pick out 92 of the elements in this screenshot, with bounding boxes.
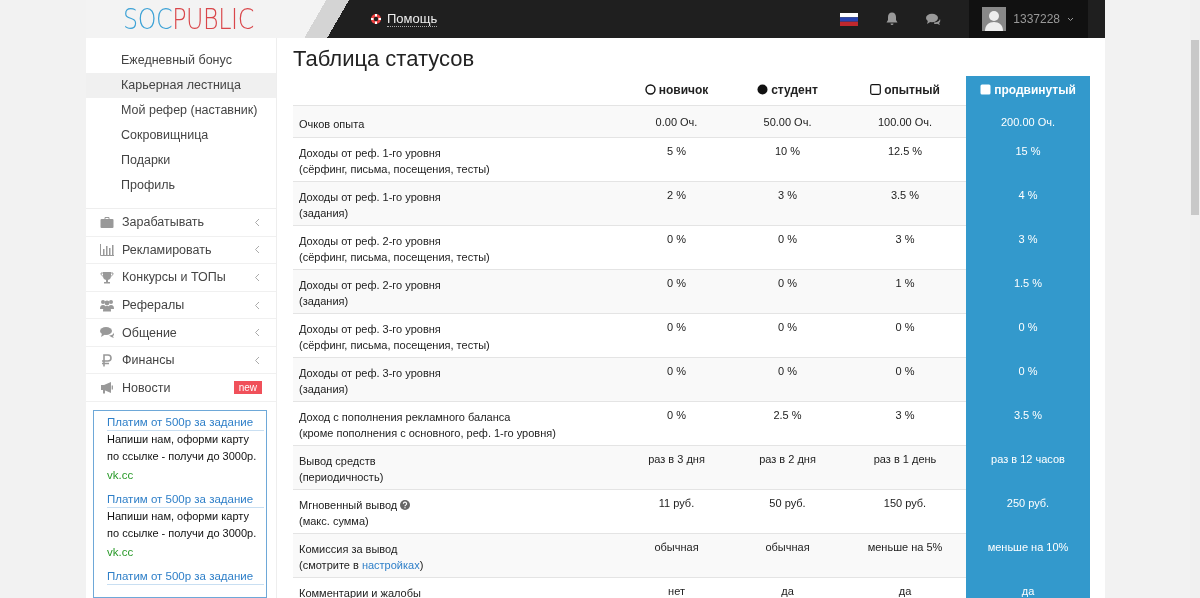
row-label: Доходы от реф. 3-го уровня (задания) [293,357,622,402]
sidebar-subitem[interactable]: Мой рефер (наставник) [86,98,276,123]
users-icon [100,298,114,312]
table-cell: 4 % [966,181,1090,226]
table-cell: обычная [622,533,731,578]
chevron-icon [254,272,260,282]
table-cell: раз в 2 дня [731,445,844,490]
sidebar-menu-item[interactable]: Финансы [122,353,246,368]
chevron-icon [254,217,260,227]
table-cell: меньше на 10% [966,533,1090,578]
sidebar-menu-item[interactable]: Рефералы [122,298,246,312]
sidebar-subitem[interactable]: Ежедневный бонус [86,48,276,73]
sidebar-menu-item[interactable]: Новости [122,380,226,395]
help-icon[interactable] [400,500,411,510]
column-header: новичок [622,76,731,106]
row-label: Доходы от реф. 1-го уровня (задания) [293,181,622,226]
help-link[interactable]: Помощь [370,11,438,27]
table-cell: 0 % [966,313,1090,358]
table-cell: да [731,577,844,598]
sidebar-subitem[interactable]: Подарки [86,148,276,173]
chevron-icon [254,355,260,365]
chevron-icon [1067,16,1074,22]
chart-icon [100,243,114,257]
ruble-icon [100,353,114,367]
sidebar-menu-item[interactable]: Конкурсы и ТОПы [122,270,246,285]
sidebar-menu-item[interactable]: Зарабатывать [122,215,246,230]
table-cell: 0 % [731,269,844,314]
column-header: студент [731,76,844,106]
square-icon [870,84,882,96]
table-cell: 1 % [844,269,966,314]
table-cell: 250 руб. [966,489,1090,534]
row-label: Очков опыта [293,105,622,138]
column-header: продвинутый [966,76,1090,106]
table-cell: 3 % [731,181,844,226]
sidebar-subitem[interactable]: Профиль [86,173,276,198]
ad-title-link[interactable]: Платим от 500р за задание [107,415,264,432]
logo[interactable]: SOCPUBLIC [123,2,254,36]
table-cell: 15 % [966,137,1090,182]
lifebuoy-icon [370,13,382,25]
circle-icon [644,84,656,96]
avatar-icon [982,7,1007,31]
chevron-icon [254,328,260,338]
sidebar-menu-item[interactable]: Общение [122,325,246,340]
table-cell: 0 % [622,269,731,314]
ad-text: Напиши нам, оформи карту по ссылке - получи до 3000р. [107,509,258,542]
sidebar-subitem[interactable]: Сокровищница [86,123,276,148]
table-cell: 50.00 Оч. [731,105,844,138]
ad-domain-link[interactable]: vk.cc [107,546,134,559]
row-label: Доходы от реф. 2-го уровня (задания) [293,269,622,314]
chevron-icon [254,245,260,255]
ad-domain-link[interactable]: vk.cc [107,469,134,482]
chat-icon [100,326,114,340]
bell-icon[interactable] [886,12,899,26]
table-cell: 100.00 Оч. [844,105,966,138]
trophy-icon [100,270,114,284]
table-cell: 0 % [966,357,1090,402]
briefcase-icon [100,215,114,229]
table-cell: нет [622,577,731,598]
circle-icon [757,84,769,96]
table-cell: 0.00 Оч. [622,105,731,138]
row-label: Вывод средств (периодичность) [293,445,622,490]
settings-link[interactable]: настройках [361,559,420,571]
sidebar-menu-item[interactable]: Рекламировать [122,242,246,257]
table-cell: 200.00 Оч. [966,105,1090,138]
table-cell: 3.5 % [966,401,1090,446]
table-cell: 0 % [844,357,966,402]
table-cell: 3 % [966,225,1090,270]
chevron-icon [254,300,260,310]
table-cell: раз в 12 часов [966,445,1090,490]
sidebar-subitem[interactable]: Карьерная лестница [86,73,276,98]
table-cell: да [966,577,1090,598]
table-cell: обычная [731,533,844,578]
table-cell: 1.5 % [966,269,1090,314]
ad-title-link[interactable]: Платим от 500р за задание [107,492,264,509]
user-menu[interactable]: 1337228 [969,0,1088,38]
ad-text: Напиши нам, оформи карту по ссылке - получи до 3000р. [107,432,258,465]
table-cell: 3.5 % [844,181,966,226]
new-badge: new [233,381,262,395]
square-icon [980,84,992,96]
table-cell: 0 % [622,357,731,402]
table-cell: 0 % [731,357,844,402]
chat-icon[interactable] [926,13,942,25]
row-label: Комиссия за вывод (смотрите в настройках) [293,533,622,578]
table-cell: 2 % [622,181,731,226]
table-cell: раз в 1 день [844,445,966,490]
megaphone-icon [100,381,114,395]
table-cell: раз в 3 дня [622,445,731,490]
column-header: опытный [844,76,966,106]
table-cell: меньше на 5% [844,533,966,578]
page-title: Таблица статусов [293,45,476,73]
ad-title-link[interactable]: Платим от 500р за задание [107,569,264,586]
flag-icon[interactable] [840,12,859,26]
